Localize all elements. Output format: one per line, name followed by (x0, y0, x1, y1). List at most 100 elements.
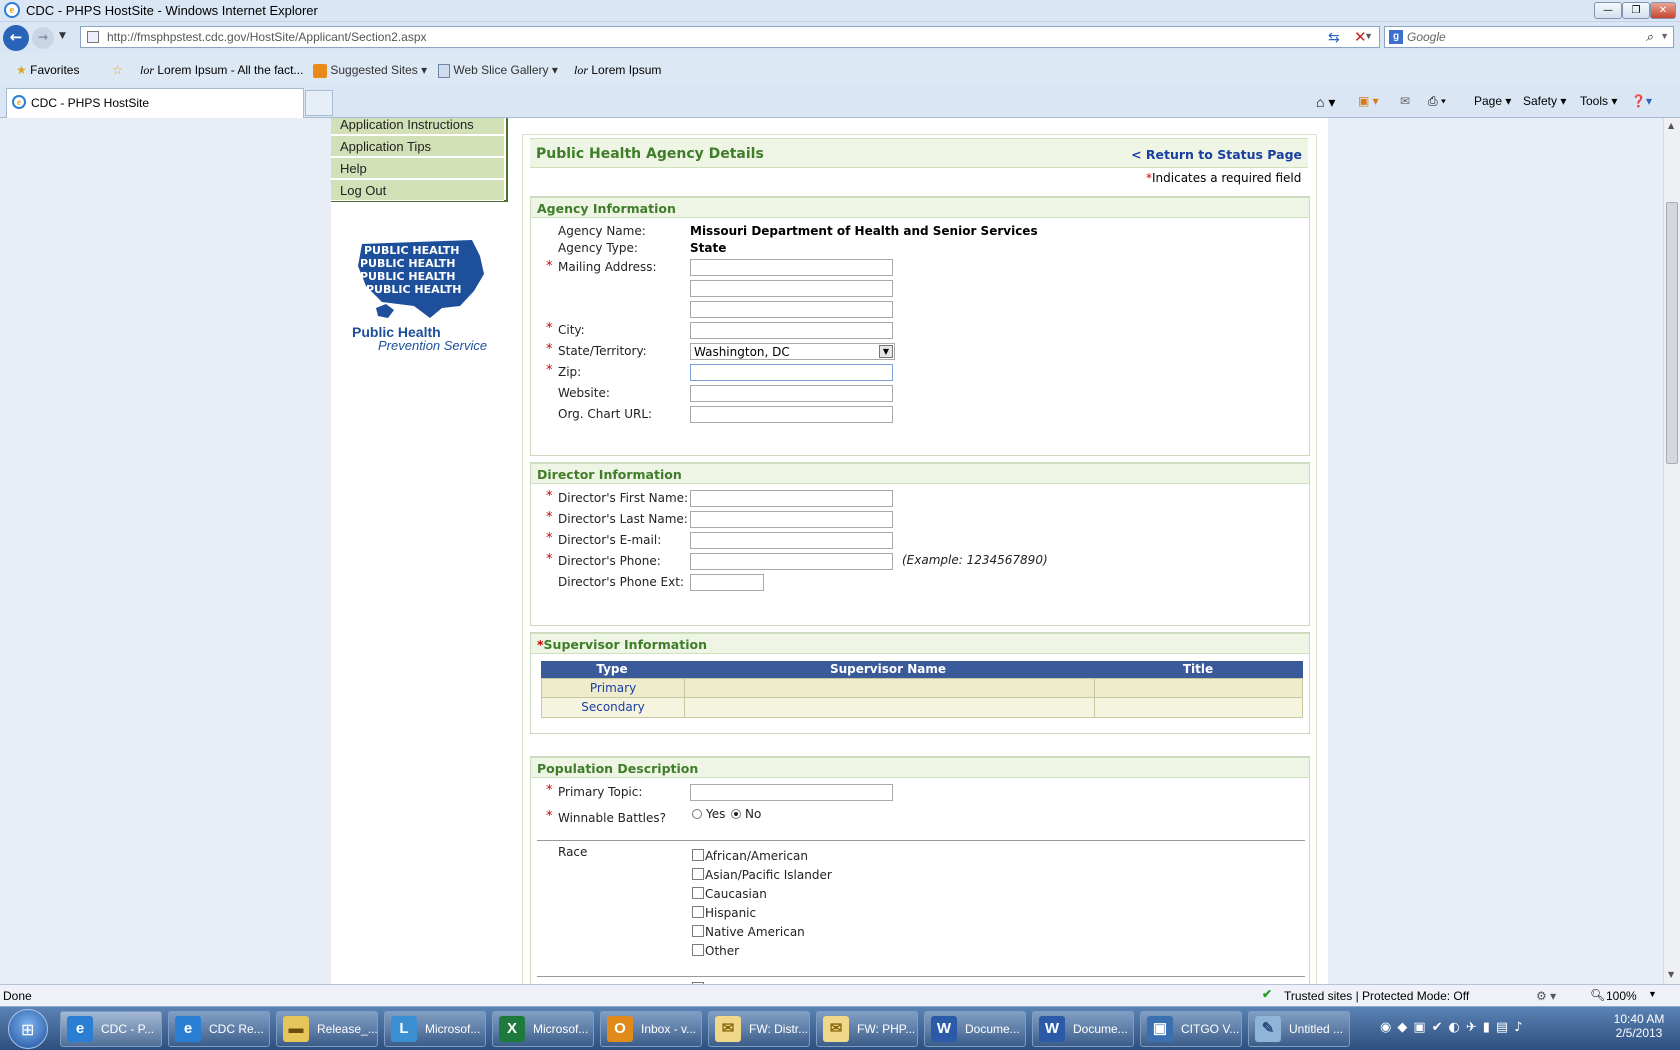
mailing-address-line3[interactable] (690, 301, 893, 318)
clock[interactable]: 10:40 AM 2/5/2013 (1602, 1012, 1676, 1040)
ie-icon: e (175, 1016, 201, 1042)
column-header: Type (596, 662, 628, 676)
tab-cdc-phps[interactable]: e CDC - PHPS HostSite (6, 88, 304, 118)
taskbar-item-ie-1[interactable]: e CDC - P... (60, 1011, 162, 1047)
zip-input[interactable] (690, 364, 893, 381)
race-other-checkbox[interactable] (692, 944, 704, 956)
taskbar-item-ie-2[interactable]: e CDC Re... (168, 1011, 270, 1047)
back-button[interactable]: ← (3, 25, 29, 51)
supervisor-header: *Supervisor Information (531, 633, 1309, 654)
favorites-button[interactable]: ★ Favorites (16, 63, 79, 77)
radio-selected-dot (734, 812, 738, 816)
refresh-button[interactable]: ⇆ (1328, 30, 1340, 46)
menu-log-out[interactable]: Log Out (331, 180, 504, 201)
race-native-american-checkbox[interactable] (692, 925, 704, 937)
race-african-american-checkbox[interactable] (692, 849, 704, 861)
tools-menu-label: Tools (1580, 94, 1609, 108)
taskbar-item-folder[interactable]: ▬ Release_... (276, 1011, 378, 1047)
director-email-input[interactable] (690, 532, 893, 549)
zoom-dropdown-icon[interactable]: ▼ (1648, 989, 1657, 999)
taskbar-item-word-1[interactable]: W Docume... (924, 1011, 1026, 1047)
mail-icon[interactable]: ✉ (1400, 94, 1410, 108)
favorite-link-lorem-2[interactable]: lor Lorem Ipsum (574, 63, 661, 78)
word-icon: W (1039, 1016, 1065, 1042)
mailing-address-line2[interactable] (690, 280, 893, 297)
org-chart-input[interactable] (690, 406, 893, 423)
race-caucasian-checkbox[interactable] (692, 887, 704, 899)
check-icon: ✔ (1262, 987, 1273, 1001)
add-favorite-icon[interactable]: ☆ (112, 63, 123, 77)
column-header: Supervisor Name (829, 662, 947, 676)
maximize-button[interactable]: ❐ (1622, 2, 1650, 19)
mailing-address-line1[interactable] (690, 259, 893, 276)
director-phone-label: Director's Phone: (558, 554, 661, 568)
primary-topic-input[interactable] (690, 784, 893, 801)
history-dropdown-icon[interactable]: ▼ (59, 31, 66, 41)
clock-time: 10:40 AM (1613, 1012, 1665, 1026)
safety-menu[interactable]: Safety ▾ (1523, 94, 1566, 108)
search-dropdown-icon[interactable]: ▼ (1660, 31, 1669, 41)
scroll-up-icon[interactable]: ▲ (1668, 121, 1674, 130)
start-button[interactable]: ⊞ (8, 1009, 48, 1049)
required-asterisk: * (546, 321, 553, 336)
supervisor-secondary-link[interactable]: Secondary (542, 700, 684, 714)
favorite-link-web-slice[interactable]: Web Slice Gallery ▾ (438, 63, 558, 78)
director-phone-ext-input[interactable] (690, 574, 764, 591)
minimize-button[interactable]: — (1594, 2, 1622, 19)
taskbar-item-mail-2[interactable]: ✉ FW: PHP... (816, 1011, 918, 1047)
director-last-name-label: Director's Last Name: (558, 512, 688, 526)
state-select[interactable]: Washington, DC ▼ (690, 343, 895, 360)
favorite-link-lorem-1[interactable]: lor Lorem Ipsum - All the fact... (140, 63, 303, 78)
winnable-yes-label: Yes (706, 807, 726, 821)
system-tray-icons[interactable]: ◉◆▣✔◐✈▮▤♪ (1380, 1020, 1529, 1035)
status-text: Done (3, 989, 32, 1003)
home-icon[interactable]: ⌂ ▾ (1316, 94, 1335, 111)
search-placeholder: Google (1407, 30, 1446, 44)
return-to-status-link[interactable]: < Return to Status Page (1131, 147, 1302, 162)
taskbar-item-outlook[interactable]: O Inbox - v... (600, 1011, 702, 1047)
scrollbar-thumb[interactable] (1666, 202, 1678, 464)
taskbar-item-excel[interactable]: X Microsof... (492, 1011, 594, 1047)
close-window-button[interactable]: ✕ (1650, 2, 1676, 19)
favorite-link-suggested[interactable]: Suggested Sites ▾ (313, 63, 427, 78)
taskbar-label: CITGO V... (1181, 1022, 1240, 1036)
taskbar-item-paint[interactable]: ✎ Untitled ... (1248, 1011, 1350, 1047)
zoom-level[interactable]: 100% (1606, 989, 1637, 1003)
forward-button[interactable]: → (32, 27, 54, 49)
address-field[interactable]: http://fmsphpstest.cdc.gov/HostSite/Appl… (80, 26, 1380, 48)
stop-button[interactable]: ✕ (1354, 28, 1367, 46)
director-phone-input[interactable] (690, 553, 893, 570)
feeds-icon[interactable]: ▣ ▾ (1358, 94, 1379, 108)
supervisor-primary-link[interactable]: Primary (542, 681, 684, 695)
zoom-icon[interactable]: 🔍︎ (1590, 988, 1605, 1002)
winnable-no-radio[interactable] (731, 809, 741, 819)
taskbar-item-mail-1[interactable]: ✉ FW: Distr... (708, 1011, 810, 1047)
menu-help[interactable]: Help (331, 158, 504, 179)
tools-menu[interactable]: Tools ▾ (1580, 94, 1617, 108)
race-asian-pacific-checkbox[interactable] (692, 868, 704, 880)
race-hispanic-checkbox[interactable] (692, 906, 704, 918)
search-icon[interactable]: ⌕ (1646, 29, 1653, 45)
taskbar-item-lync[interactable]: L Microsof... (384, 1011, 486, 1047)
taskbar-item-remote[interactable]: ▣ CITGO V... (1140, 1011, 1242, 1047)
print-icon[interactable]: ⎙ ▾ (1428, 94, 1446, 109)
website-input[interactable] (690, 385, 893, 402)
required-asterisk: * (546, 489, 553, 504)
search-field[interactable]: g Google ⌕ ▼ (1384, 26, 1674, 48)
new-tab-button[interactable] (305, 90, 333, 116)
winnable-yes-radio[interactable] (692, 809, 702, 819)
menu-application-instructions[interactable]: Application Instructions (331, 118, 504, 135)
city-input[interactable] (690, 322, 893, 339)
vertical-scrollbar[interactable]: ▲ ▼ (1663, 118, 1680, 984)
page-menu[interactable]: Page ▾ (1474, 94, 1511, 108)
required-note-text: Indicates a required field (1152, 171, 1302, 185)
taskbar-item-word-2[interactable]: W Docume... (1032, 1011, 1134, 1047)
scroll-down-icon[interactable]: ▼ (1668, 970, 1674, 979)
menu-application-tips[interactable]: Application Tips (331, 136, 504, 157)
director-first-name-input[interactable] (690, 490, 893, 507)
chevron-down-icon[interactable]: ▼ (879, 345, 893, 358)
protected-mode-icon[interactable]: ⚙ ▾ (1536, 989, 1556, 1003)
director-last-name-input[interactable] (690, 511, 893, 528)
required-asterisk: * (546, 510, 553, 525)
help-icon[interactable]: ❓▾ (1631, 94, 1652, 108)
